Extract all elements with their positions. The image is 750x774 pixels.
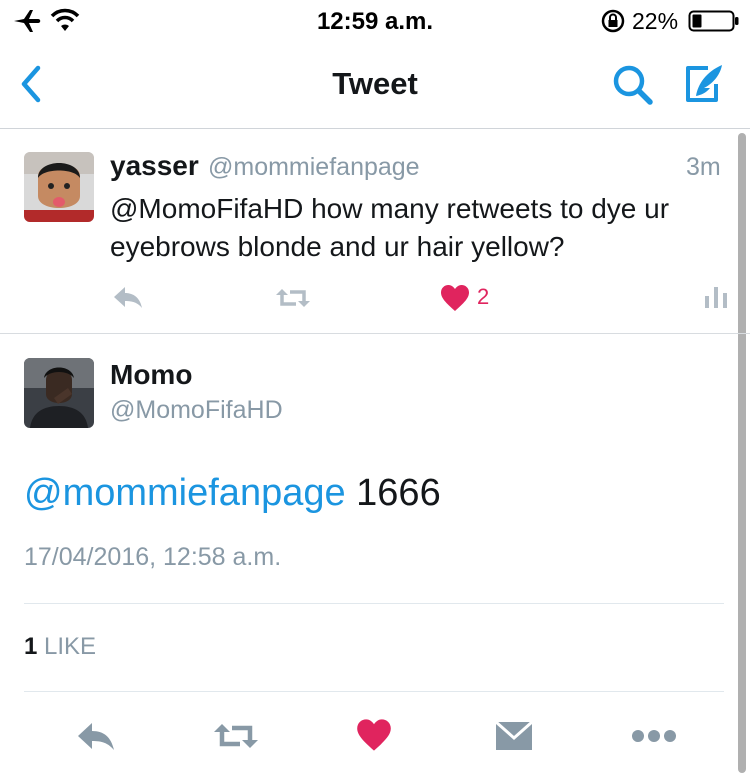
heart-icon[interactable]: [440, 284, 470, 312]
retweet-icon[interactable]: [212, 720, 260, 752]
search-icon[interactable]: [610, 62, 656, 108]
scrollbar[interactable]: [738, 133, 746, 773]
likes-summary[interactable]: 1 LIKE: [24, 633, 96, 661]
tweet-timestamp: 17/04/2016, 12:58 a.m.: [24, 543, 282, 571]
rotation-lock-icon: [601, 9, 625, 33]
avatar-yasser[interactable]: [24, 152, 94, 222]
more-icon[interactable]: [630, 728, 678, 744]
battery-icon: [688, 10, 739, 32]
like-count: 2: [477, 284, 490, 309]
divider: [24, 603, 724, 604]
avatar-momo[interactable]: [24, 358, 94, 428]
retweet-icon[interactable]: [274, 286, 312, 310]
author-handle[interactable]: @MomoFifaHD: [110, 396, 283, 425]
reply-icon[interactable]: [76, 720, 116, 752]
direct-message-icon[interactable]: [494, 720, 534, 752]
tweet-text: @MomoFifaHD how many retweets to dye ur …: [110, 193, 670, 262]
tweet-divider: [0, 333, 750, 334]
analytics-icon[interactable]: [704, 284, 728, 308]
tweet-text: @mommiefanpage 1666: [24, 472, 441, 515]
compose-tweet-icon[interactable]: [682, 62, 728, 106]
mention-link[interactable]: @mommiefanpage: [24, 472, 346, 514]
author-handle[interactable]: @mommiefanpage: [208, 153, 420, 182]
author-name[interactable]: yasser: [110, 150, 199, 182]
likes-label: LIKE: [37, 633, 97, 660]
nav-divider: [0, 128, 750, 129]
tweet-body: 1666: [345, 472, 441, 514]
reply-icon[interactable]: [112, 284, 144, 310]
likes-count: 1: [24, 633, 38, 660]
tweet-age: 3m: [686, 153, 721, 181]
battery-percentage: 22%: [632, 8, 679, 34]
author-name[interactable]: Momo: [110, 359, 192, 391]
heart-icon[interactable]: [356, 718, 392, 752]
divider: [24, 691, 724, 692]
